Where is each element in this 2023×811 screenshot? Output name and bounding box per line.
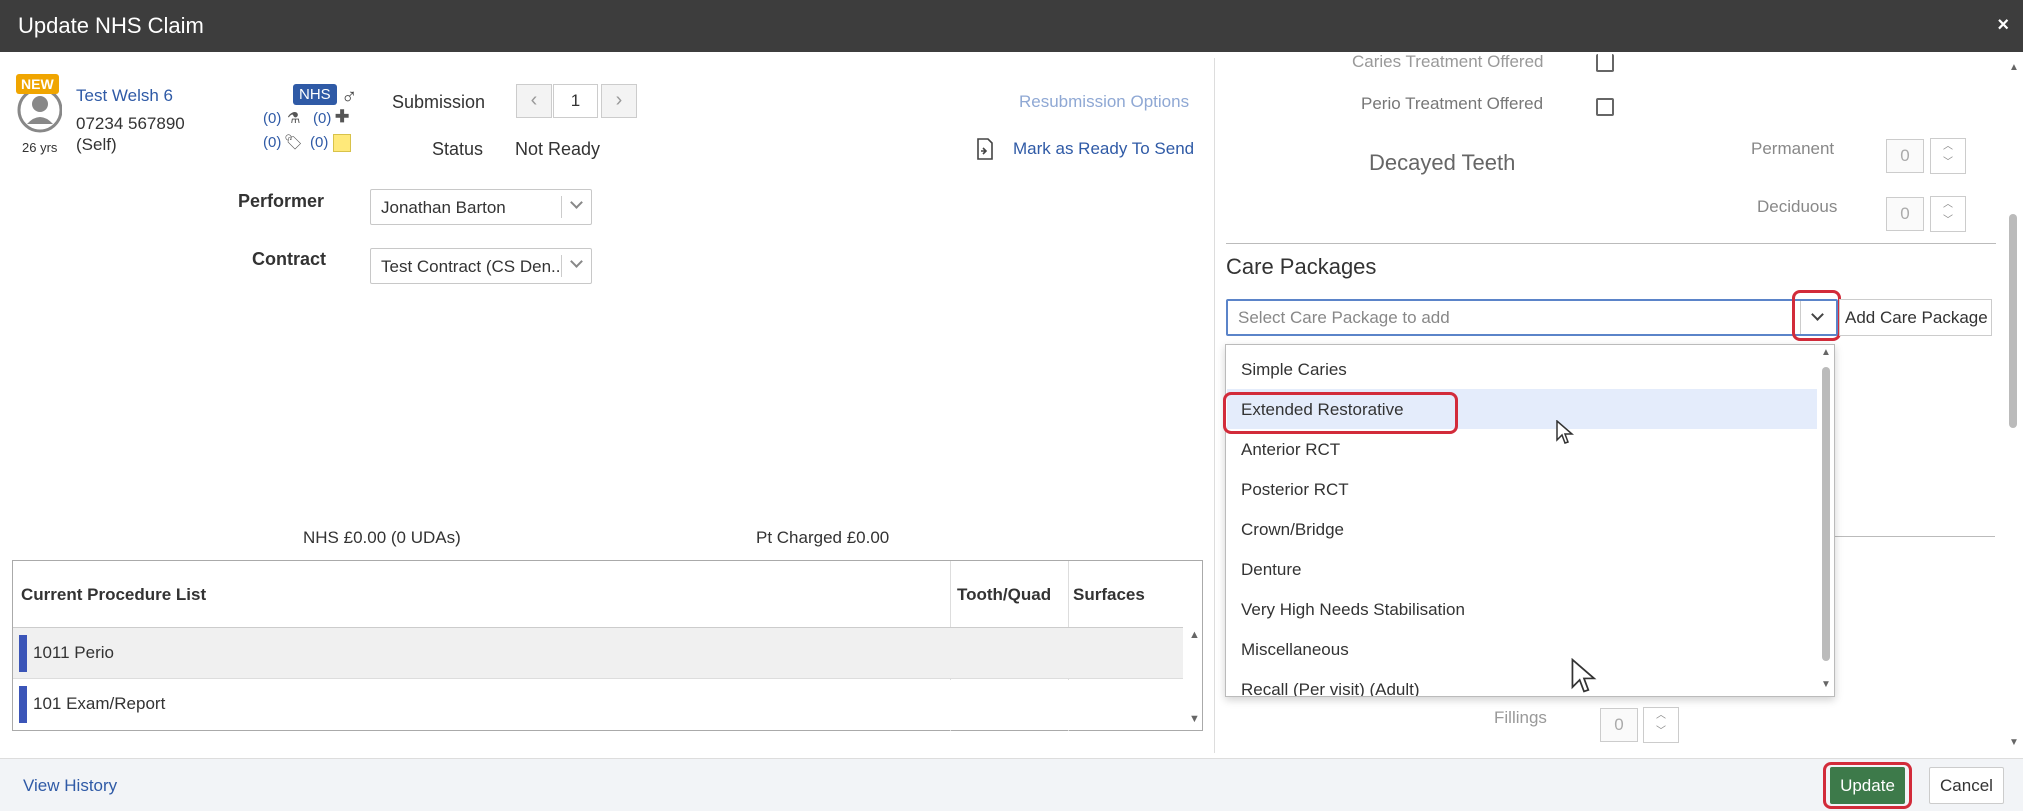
decayed-teeth-heading: Decayed Teeth (1369, 150, 1516, 175)
scroll-down-icon[interactable]: ▼ (2009, 737, 2019, 748)
right-panel-scrollbar[interactable]: ▲ ▼ (2006, 58, 2020, 753)
dropdown-item-posterior-rct[interactable]: Posterior RCT (1227, 469, 1817, 509)
surfaces-header: Surfaces (1073, 585, 1145, 604)
extended-restorative-highlight (1223, 392, 1458, 434)
perio-offered-label: Perio Treatment Offered (1361, 94, 1544, 113)
perio-offered-checkbox[interactable] (1596, 98, 1614, 116)
permanent-stepper[interactable]: ︿ ﹀ (1930, 138, 1966, 174)
dialog-footer: View History Update Cancel (0, 758, 2023, 811)
scroll-down-icon[interactable]: ▼ (1821, 679, 1831, 690)
plus-count[interactable]: (0) (313, 110, 331, 127)
update-highlight (1823, 762, 1912, 809)
fillings-input[interactable]: 0 (1600, 708, 1638, 742)
performer-select[interactable]: Jonathan Barton (370, 189, 592, 225)
dropdown-item-very-high-needs[interactable]: Very High Needs Stabilisation (1227, 589, 1817, 629)
document-icon (976, 138, 994, 160)
submission-number-input[interactable]: 1 (553, 84, 598, 118)
deciduous-input[interactable]: 0 (1886, 197, 1924, 231)
caries-offered-checkbox[interactable] (1596, 54, 1614, 72)
add-care-package-button[interactable]: Add Care Package (1839, 299, 1992, 336)
chevron-highlight (1792, 290, 1841, 341)
scrollbar-thumb[interactable] (2009, 214, 2017, 428)
patient-phone: 07234 567890 (76, 114, 185, 133)
nhs-total: NHS £0.00 (0 UDAs) (303, 528, 461, 547)
scroll-down-icon[interactable]: ▼ (1189, 713, 1200, 725)
status-label: Status (432, 139, 484, 159)
deciduous-label: Deciduous (1757, 197, 1838, 216)
fillings-label: Fillings (1494, 708, 1547, 727)
scroll-up-icon[interactable]: ▲ (1821, 347, 1831, 358)
performer-label: Performer (238, 191, 325, 211)
nhs-badge: NHS (293, 84, 337, 105)
patient-name-link[interactable]: Test Welsh 6 (76, 86, 173, 106)
next-submission-button[interactable]: › (601, 84, 637, 118)
procedure-table: Current Procedure List Tooth/Quad Surfac… (12, 560, 1203, 731)
plus-icon: ✚ (335, 107, 350, 126)
permanent-label: Permanent (1751, 139, 1835, 158)
tag-icon: 🏷 (284, 134, 304, 151)
close-icon[interactable]: × (1997, 14, 2009, 37)
row-marker (19, 635, 27, 672)
permanent-input[interactable]: 0 (1886, 139, 1924, 173)
scroll-up-icon[interactable]: ▲ (2009, 62, 2019, 73)
dropdown-item-miscellaneous[interactable]: Miscellaneous (1227, 629, 1817, 669)
dialog-title: Update NHS Claim (18, 13, 204, 38)
prev-submission-button[interactable]: ‹ (516, 84, 552, 118)
deciduous-stepper[interactable]: ︿ ﹀ (1930, 196, 1966, 232)
lab-count[interactable]: (0) (263, 110, 281, 127)
dropdown-item-simple-caries[interactable]: Simple Caries (1227, 349, 1817, 389)
dropdown-item-anterior-rct[interactable]: Anterior RCT (1227, 429, 1817, 469)
tag-count[interactable]: (0) (263, 134, 281, 151)
chevron-down-icon (561, 196, 591, 218)
procedure-name: 101 Exam/Report (33, 694, 166, 713)
new-badge: NEW (16, 74, 59, 94)
note-icon (333, 134, 351, 152)
contract-value: Test Contract (CS Den... (381, 257, 561, 276)
note-count[interactable]: (0) (310, 134, 328, 151)
dropdown-scrollbar[interactable]: ▲ ▼ (1819, 347, 1833, 695)
dropdown-item-recall-adult[interactable]: Recall (Per visit) (Adult) (1227, 669, 1817, 696)
view-history-link[interactable]: View History (23, 776, 117, 796)
procedure-list-header: Current Procedure List (21, 585, 207, 604)
performer-value: Jonathan Barton (381, 198, 506, 217)
submission-label: Submission (392, 92, 486, 112)
dropdown-item-crown-bridge[interactable]: Crown/Bridge (1227, 509, 1817, 549)
scrollbar-thumb[interactable] (1822, 367, 1830, 661)
dialog-titlebar: Update NHS Claim × (0, 0, 2023, 52)
chevron-down-icon (561, 255, 591, 277)
care-packages-title: Care Packages (1226, 254, 1377, 279)
tooth-quad-header: Tooth/Quad (957, 585, 1052, 604)
fillings-stepper[interactable]: ︿ ﹀ (1643, 707, 1679, 743)
resubmission-options-link[interactable]: Resubmission Options (1019, 92, 1189, 112)
contract-select[interactable]: Test Contract (CS Den... (370, 248, 592, 284)
procedure-name: 1011 Perio (33, 643, 114, 662)
cursor-icon (1556, 419, 1575, 446)
mark-ready-link[interactable]: Mark as Ready To Send (1013, 139, 1194, 159)
care-package-select[interactable]: Select Care Package to add (1226, 299, 1838, 336)
dropdown-item-denture[interactable]: Denture (1227, 549, 1817, 589)
flask-icon: ⚗ (287, 110, 301, 127)
contract-label: Contract (252, 249, 327, 269)
table-row[interactable]: 1011 Perio (13, 628, 1183, 679)
cancel-button[interactable]: Cancel (1929, 767, 2004, 804)
patient-relation: (Self) (76, 135, 117, 154)
care-package-placeholder: Select Care Package to add (1238, 308, 1450, 327)
scroll-up-icon[interactable]: ▲ (1189, 629, 1200, 641)
caries-offered-label: Caries Treatment Offered (1352, 52, 1544, 68)
patient-charged-total: Pt Charged £0.00 (756, 528, 890, 547)
patient-age: 26 yrs (22, 140, 58, 155)
status-value: Not Ready (515, 139, 601, 159)
table-row[interactable]: 101 Exam/Report (13, 680, 1183, 730)
row-marker (19, 686, 27, 723)
cursor-icon (1571, 657, 1597, 696)
